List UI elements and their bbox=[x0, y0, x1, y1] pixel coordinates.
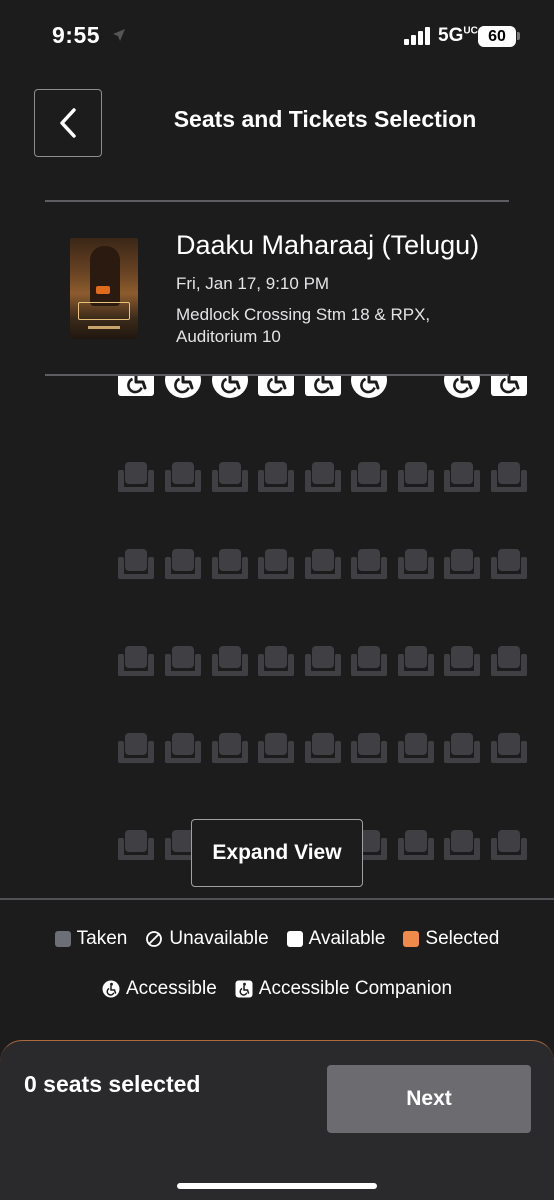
taken-seat bbox=[351, 547, 387, 581]
accessible-seat[interactable] bbox=[351, 376, 387, 398]
movie-poster bbox=[70, 238, 138, 339]
legend-row-1: Taken Unavailable Available Selected bbox=[0, 928, 554, 950]
taken-seat bbox=[444, 828, 480, 862]
taken-seat bbox=[444, 547, 480, 581]
legend-available: Available bbox=[286, 928, 385, 950]
taken-seat bbox=[212, 731, 248, 765]
taken-seat bbox=[491, 460, 527, 494]
accessible-companion-seat[interactable] bbox=[491, 376, 527, 396]
taken-swatch bbox=[54, 931, 71, 947]
taken-seat bbox=[398, 547, 434, 581]
taken-seat bbox=[165, 547, 201, 581]
accessible-companion-seat[interactable] bbox=[118, 376, 154, 396]
legend-selected: Selected bbox=[403, 928, 499, 950]
location-arrow-icon bbox=[113, 29, 125, 41]
accessible-seat[interactable] bbox=[444, 376, 480, 398]
available-swatch bbox=[286, 931, 303, 947]
taken-seat bbox=[491, 828, 527, 862]
taken-seat bbox=[165, 644, 201, 678]
movie-divider bbox=[45, 374, 509, 376]
taken-seat bbox=[398, 731, 434, 765]
taken-seat bbox=[491, 731, 527, 765]
movie-datetime: Fri, Jan 17, 9:10 PM bbox=[176, 274, 330, 293]
taken-seat bbox=[118, 460, 154, 494]
movie-theater: Medlock Crossing Stm 18 & RPX, Auditoriu… bbox=[176, 305, 431, 346]
expand-view-button[interactable]: Expand View bbox=[191, 819, 363, 887]
taken-seat bbox=[444, 460, 480, 494]
header-divider bbox=[45, 200, 509, 202]
accessible-icon bbox=[102, 980, 120, 998]
taken-seat bbox=[305, 547, 341, 581]
status-time: 9:55 bbox=[52, 22, 101, 48]
taken-seat bbox=[118, 547, 154, 581]
taken-seat bbox=[351, 460, 387, 494]
battery-icon: 60 bbox=[478, 26, 516, 47]
taken-seat bbox=[398, 644, 434, 678]
taken-seat bbox=[118, 644, 154, 678]
taken-seat bbox=[258, 460, 294, 494]
taken-seat bbox=[398, 460, 434, 494]
accessible-companion-icon bbox=[235, 980, 253, 998]
unavailable-icon bbox=[146, 931, 163, 947]
seat-map[interactable] bbox=[0, 376, 554, 896]
taken-seat bbox=[258, 731, 294, 765]
battery-cap bbox=[517, 32, 520, 40]
taken-seat bbox=[305, 644, 341, 678]
taken-seat bbox=[305, 731, 341, 765]
taken-seat bbox=[444, 731, 480, 765]
taken-seat bbox=[212, 644, 248, 678]
taken-seat bbox=[118, 731, 154, 765]
network-type: 5GUC bbox=[438, 25, 478, 46]
taken-seat bbox=[351, 731, 387, 765]
selected-swatch bbox=[403, 931, 420, 947]
taken-seat bbox=[118, 828, 154, 862]
accessible-seat[interactable] bbox=[212, 376, 248, 398]
cellular-signal-icon bbox=[404, 27, 430, 45]
legend-taken: Taken bbox=[54, 928, 127, 950]
chevron-left-icon bbox=[60, 108, 76, 138]
taken-seat bbox=[258, 547, 294, 581]
status-bar: 9:55 5GUC 60 bbox=[0, 0, 554, 70]
accessible-companion-seat[interactable] bbox=[258, 376, 294, 396]
legend-row-2: Accessible Accessible Companion bbox=[0, 978, 554, 1000]
legend-accessible: Accessible bbox=[102, 978, 217, 1000]
taken-seat bbox=[491, 644, 527, 678]
next-button[interactable]: Next bbox=[327, 1065, 531, 1133]
legend-divider bbox=[0, 898, 554, 900]
seats-selected-count: 0 seats selected bbox=[24, 1071, 201, 1097]
movie-title: Daaku Maharaaj (Telugu) bbox=[176, 230, 480, 260]
taken-seat bbox=[212, 460, 248, 494]
bottom-sheet: 0 seats selected Next bbox=[0, 1040, 554, 1200]
page-title: Seats and Tickets Selection bbox=[173, 106, 477, 132]
taken-seat bbox=[212, 547, 248, 581]
accessible-companion-seat[interactable] bbox=[305, 376, 341, 396]
legend-unavailable: Unavailable bbox=[145, 928, 269, 950]
taken-seat bbox=[491, 547, 527, 581]
taken-seat bbox=[165, 731, 201, 765]
legend-accessible-companion: Accessible Companion bbox=[235, 978, 452, 1000]
taken-seat bbox=[165, 460, 201, 494]
taken-seat bbox=[444, 644, 480, 678]
home-indicator bbox=[177, 1183, 377, 1189]
taken-seat bbox=[351, 644, 387, 678]
accessible-seat[interactable] bbox=[165, 376, 201, 398]
taken-seat bbox=[258, 644, 294, 678]
back-button[interactable] bbox=[34, 89, 102, 157]
taken-seat bbox=[305, 460, 341, 494]
taken-seat bbox=[398, 828, 434, 862]
